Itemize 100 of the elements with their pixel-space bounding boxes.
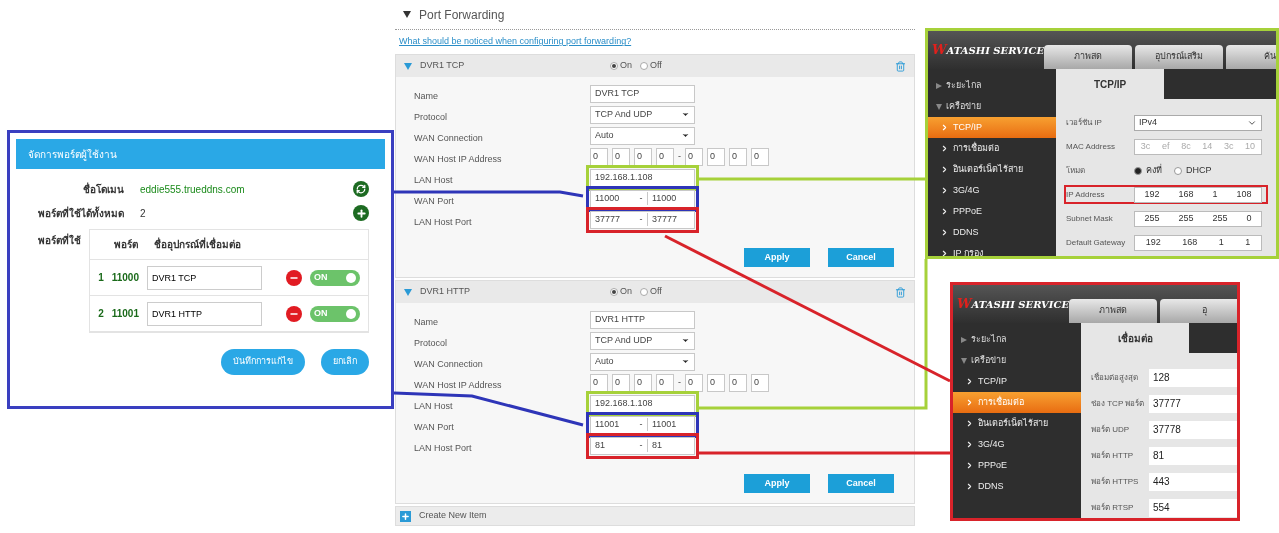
value-field[interactable]: 81 — [1149, 446, 1237, 465]
chevron-icon — [940, 144, 949, 153]
ip-address-field[interactable]: 255 255 255 0 — [1134, 210, 1262, 227]
caret-icon — [681, 131, 690, 140]
sidebar-item[interactable]: TCP/IP — [953, 371, 1081, 392]
ip-octet-field[interactable]: 0 — [612, 147, 630, 166]
range-dash: - — [638, 417, 644, 431]
page-tab[interactable]: เชื่อมต่อ — [1081, 323, 1189, 353]
ip-octet-field[interactable]: 0 — [685, 147, 703, 166]
dropdown[interactable]: Auto — [590, 352, 695, 371]
ip-octet-field[interactable]: 0 — [656, 373, 674, 392]
field-label: WAN Port — [414, 195, 454, 206]
text-field[interactable]: DVR1 TCP — [590, 84, 695, 103]
radio-option[interactable]: On — [610, 59, 632, 73]
collapse-triangle-icon[interactable] — [404, 288, 412, 296]
field-label: WAN Connection — [414, 358, 483, 369]
remove-button[interactable] — [286, 269, 302, 286]
plus-icon — [355, 207, 367, 219]
caret-icon — [681, 357, 690, 366]
device-name-field[interactable]: DVR1 TCP — [147, 265, 262, 290]
text-field[interactable]: DVR1 HTTP — [590, 310, 695, 329]
ip-octet-field[interactable]: 0 — [590, 373, 608, 392]
ip-octet-field[interactable]: 0 — [656, 147, 674, 166]
value-field[interactable]: 443 — [1149, 472, 1237, 491]
top-tab[interactable]: อุ — [1160, 299, 1237, 323]
create-item-link[interactable]: Create New Item — [419, 509, 487, 523]
field-label: ชื่อโดเมน — [83, 181, 124, 197]
sidebar-group[interactable]: ระยะไกล — [953, 329, 1081, 350]
page-tab[interactable]: TCP/IP — [1056, 69, 1164, 99]
ip-octet-field[interactable]: 0 — [729, 373, 747, 392]
ip-octet-field[interactable]: 0 — [612, 373, 630, 392]
sidebar-group[interactable]: ระยะไกล — [928, 75, 1056, 96]
ip-octet-field[interactable]: 0 — [707, 373, 725, 392]
radio-option[interactable]: Off — [640, 59, 662, 73]
ip-octet-field[interactable]: 0 — [751, 373, 769, 392]
sidebar-group[interactable]: เครือข่าย — [928, 96, 1056, 117]
plus-icon[interactable] — [400, 510, 411, 522]
ip-octet-field[interactable]: 0 — [707, 147, 725, 166]
radio-option[interactable]: Off — [640, 285, 662, 299]
sidebar-item[interactable]: 3G/4G — [928, 180, 1056, 201]
ip-octet-field[interactable]: 0 — [590, 147, 608, 166]
value-field[interactable]: 37778 — [1149, 420, 1237, 439]
device-name-field[interactable]: DVR1 HTTP — [147, 301, 262, 326]
sidebar-item[interactable]: 3G/4G — [953, 434, 1081, 455]
radio-option[interactable]: DHCP — [1174, 163, 1212, 178]
ip-octet-field[interactable]: 0 — [634, 373, 652, 392]
text-field[interactable]: 192.168.1.108 — [590, 394, 695, 413]
dropdown[interactable]: TCP And UDP — [590, 331, 695, 350]
chevron-icon — [965, 377, 974, 386]
radio-option[interactable]: On — [610, 285, 632, 299]
value-field[interactable]: 554 — [1149, 498, 1237, 517]
collapse-triangle-icon[interactable] — [404, 62, 412, 70]
chevron-icon — [965, 440, 974, 449]
sidebar-item[interactable]: การเชื่อมต่อ — [928, 138, 1056, 159]
trash-icon[interactable] — [895, 60, 906, 72]
sidebar-item[interactable]: IP กรอง — [928, 243, 1056, 256]
field-label: WAN Connection — [414, 132, 483, 143]
field-label: LAN Host — [414, 174, 453, 185]
sidebar-group[interactable]: เครือข่าย — [953, 350, 1081, 371]
remove-button[interactable] — [286, 305, 302, 322]
value-field[interactable]: 128 — [1149, 368, 1237, 387]
sidebar-item[interactable]: DDNS — [953, 476, 1081, 497]
ip-address-field[interactable]: 192 168 1 108 — [1134, 186, 1262, 203]
add-button[interactable] — [353, 205, 369, 221]
ip-octet-field[interactable]: 0 — [634, 147, 652, 166]
rule-name: DVR1 HTTP — [420, 285, 471, 299]
sidebar-item[interactable]: PPPoE — [953, 455, 1081, 476]
field-label: Protocol — [414, 111, 448, 122]
radio-option[interactable]: คงที่ — [1134, 163, 1162, 178]
value-field[interactable]: 37777 — [1149, 394, 1237, 413]
range-start: 37777 — [594, 212, 622, 226]
text-field[interactable]: 192.168.1.108 — [590, 168, 695, 187]
dropdown[interactable]: IPv4 — [1134, 114, 1262, 131]
help-link[interactable]: What should be noticed when configuring port forwarding? — [399, 35, 632, 49]
dropdown[interactable]: Auto — [590, 126, 695, 145]
chevron-icon — [940, 123, 949, 132]
ip-octet-field[interactable]: 0 — [729, 147, 747, 166]
trash-icon[interactable] — [895, 286, 906, 298]
sidebar-item[interactable]: DDNS — [928, 222, 1056, 243]
sidebar-item[interactable]: อินเตอร์เน็ตไร้สาย — [928, 159, 1056, 180]
sidebar-item[interactable]: อินเตอร์เน็ตไร้สาย — [953, 413, 1081, 434]
top-tab[interactable]: ภาพสด — [1069, 299, 1158, 323]
dialog-title: จัดการพอร์ตผู้ใช้งาน — [28, 147, 117, 162]
chevron-icon — [965, 398, 974, 407]
field-label: เชื่อมต่อสูงสุด — [1091, 371, 1139, 384]
top-tab[interactable]: ค้น — [1226, 45, 1276, 69]
top-tab[interactable]: อุปกรณ์เสริม — [1135, 45, 1224, 69]
refresh-button[interactable] — [353, 181, 369, 197]
ip-address-field[interactable]: 192 168 1 1 — [1134, 234, 1262, 251]
column-header: ชื่ออุปกรณ์ที่เชื่อมต่อ — [154, 237, 242, 252]
range-start: 11001 — [594, 417, 621, 431]
ip-octet-field[interactable]: 0 — [685, 373, 703, 392]
ip-octet-field[interactable]: 0 — [751, 147, 769, 166]
brand-name: ATASHI SERVICE — [946, 43, 1045, 58]
caret-icon — [681, 336, 690, 345]
dropdown[interactable]: TCP And UDP — [590, 105, 695, 124]
sidebar-item[interactable]: PPPoE — [928, 201, 1056, 222]
collapse-triangle-icon — [403, 11, 411, 18]
range-dash: - — [678, 375, 681, 389]
top-tab[interactable]: ภาพสด — [1044, 45, 1133, 69]
